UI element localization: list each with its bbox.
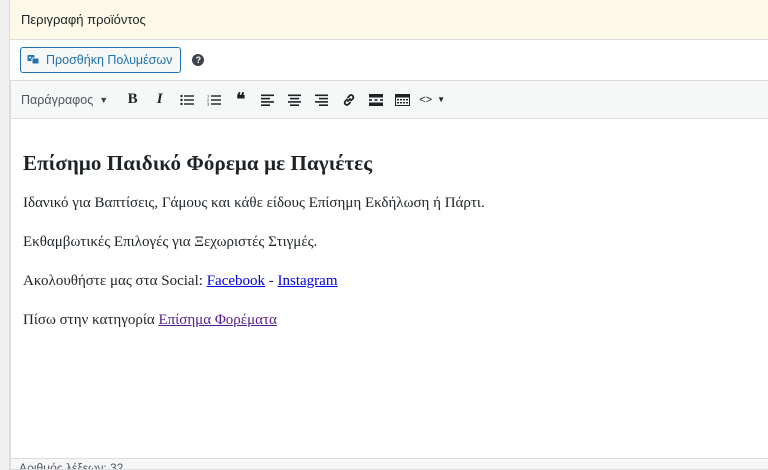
product-description-panel: Περιγραφή προϊόντος Προσθήκη Πολυμέσων ?… <box>9 0 768 470</box>
numbered-list-icon: 123 <box>207 94 221 106</box>
chevron-down-icon: ▼ <box>437 95 446 104</box>
status-bar: Αριθμός λέξεων: 32 <box>11 458 768 469</box>
blockquote-icon: ❝ <box>236 89 246 110</box>
content-paragraph: Εκθαμβωτικές Επιλογές για Ξεχωριστές Στι… <box>23 234 318 250</box>
align-center-icon <box>288 94 302 106</box>
panel-header[interactable]: Περιγραφή προϊόντος <box>10 0 768 40</box>
blockquote-button[interactable]: ❝ <box>228 87 253 113</box>
code-icon: <> <box>419 93 433 106</box>
align-left-button[interactable] <box>255 87 280 113</box>
social-paragraph: Ακολουθήστε μας στα Social: Facebook - I… <box>23 271 758 291</box>
word-count: Αριθμός λέξεων: 32 <box>19 461 124 470</box>
add-media-button[interactable]: Προσθήκη Πολυμέσων <box>20 47 182 73</box>
format-select[interactable]: Παράγραφος ▼ <box>17 87 112 113</box>
category-prefix: Πίσω στην κατηγορία <box>23 312 159 328</box>
read-more-button[interactable] <box>363 87 388 113</box>
instagram-link[interactable]: Instagram <box>278 273 338 289</box>
add-media-label: Προσθήκη Πολυμέσων <box>46 53 173 67</box>
help-icon[interactable]: ? <box>192 54 205 66</box>
link-button[interactable] <box>336 87 361 113</box>
italic-button[interactable]: I <box>147 87 172 113</box>
category-link[interactable]: Επίσημα Φορέματα <box>158 312 276 328</box>
read-more-icon <box>368 93 383 106</box>
editor: Παράγραφος ▼ B I 123 ❝ <> ▼ Επίσημο Παιδ… <box>10 80 768 470</box>
social-prefix: Ακολουθήστε μας στα Social: <box>23 273 207 289</box>
bullet-list-button[interactable] <box>174 87 199 113</box>
align-center-button[interactable] <box>282 87 307 113</box>
bold-button[interactable]: B <box>120 87 145 113</box>
content-paragraph: Ιδανικό για Βαπτίσεις, Γάμους και κάθε ε… <box>23 195 485 211</box>
chevron-down-icon: ▼ <box>99 94 109 105</box>
media-icon <box>27 53 41 67</box>
align-right-icon <box>315 94 329 106</box>
align-right-button[interactable] <box>309 87 334 113</box>
align-left-icon <box>261 94 275 106</box>
format-select-value: Παράγραφος <box>21 92 94 107</box>
numbered-list-button[interactable]: 123 <box>201 87 226 113</box>
media-bar: Προσθήκη Πολυμέσων ? <box>10 40 768 80</box>
toolbar-toggle-icon <box>395 93 411 106</box>
bullet-list-icon <box>179 94 194 105</box>
panel-title: Περιγραφή προϊόντος <box>21 12 146 27</box>
category-paragraph: Πίσω στην κατηγορία Επίσημα Φορέματα <box>23 310 758 330</box>
facebook-link[interactable]: Facebook <box>207 273 265 289</box>
editor-content[interactable]: Επίσημο Παιδικό Φόρεμα με Παγιέτες Ιδανι… <box>11 119 768 330</box>
content-heading: Επίσημο Παιδικό Φόρεμα με Παγιέτες <box>23 151 373 175</box>
svg-text:3: 3 <box>207 101 210 106</box>
editor-toolbar: Παράγραφος ▼ B I 123 ❝ <> ▼ <box>11 81 768 119</box>
link-icon <box>343 93 354 106</box>
code-button[interactable]: <> ▼ <box>417 87 447 113</box>
link-separator: - <box>265 273 278 289</box>
toolbar-toggle-button[interactable] <box>390 87 415 113</box>
